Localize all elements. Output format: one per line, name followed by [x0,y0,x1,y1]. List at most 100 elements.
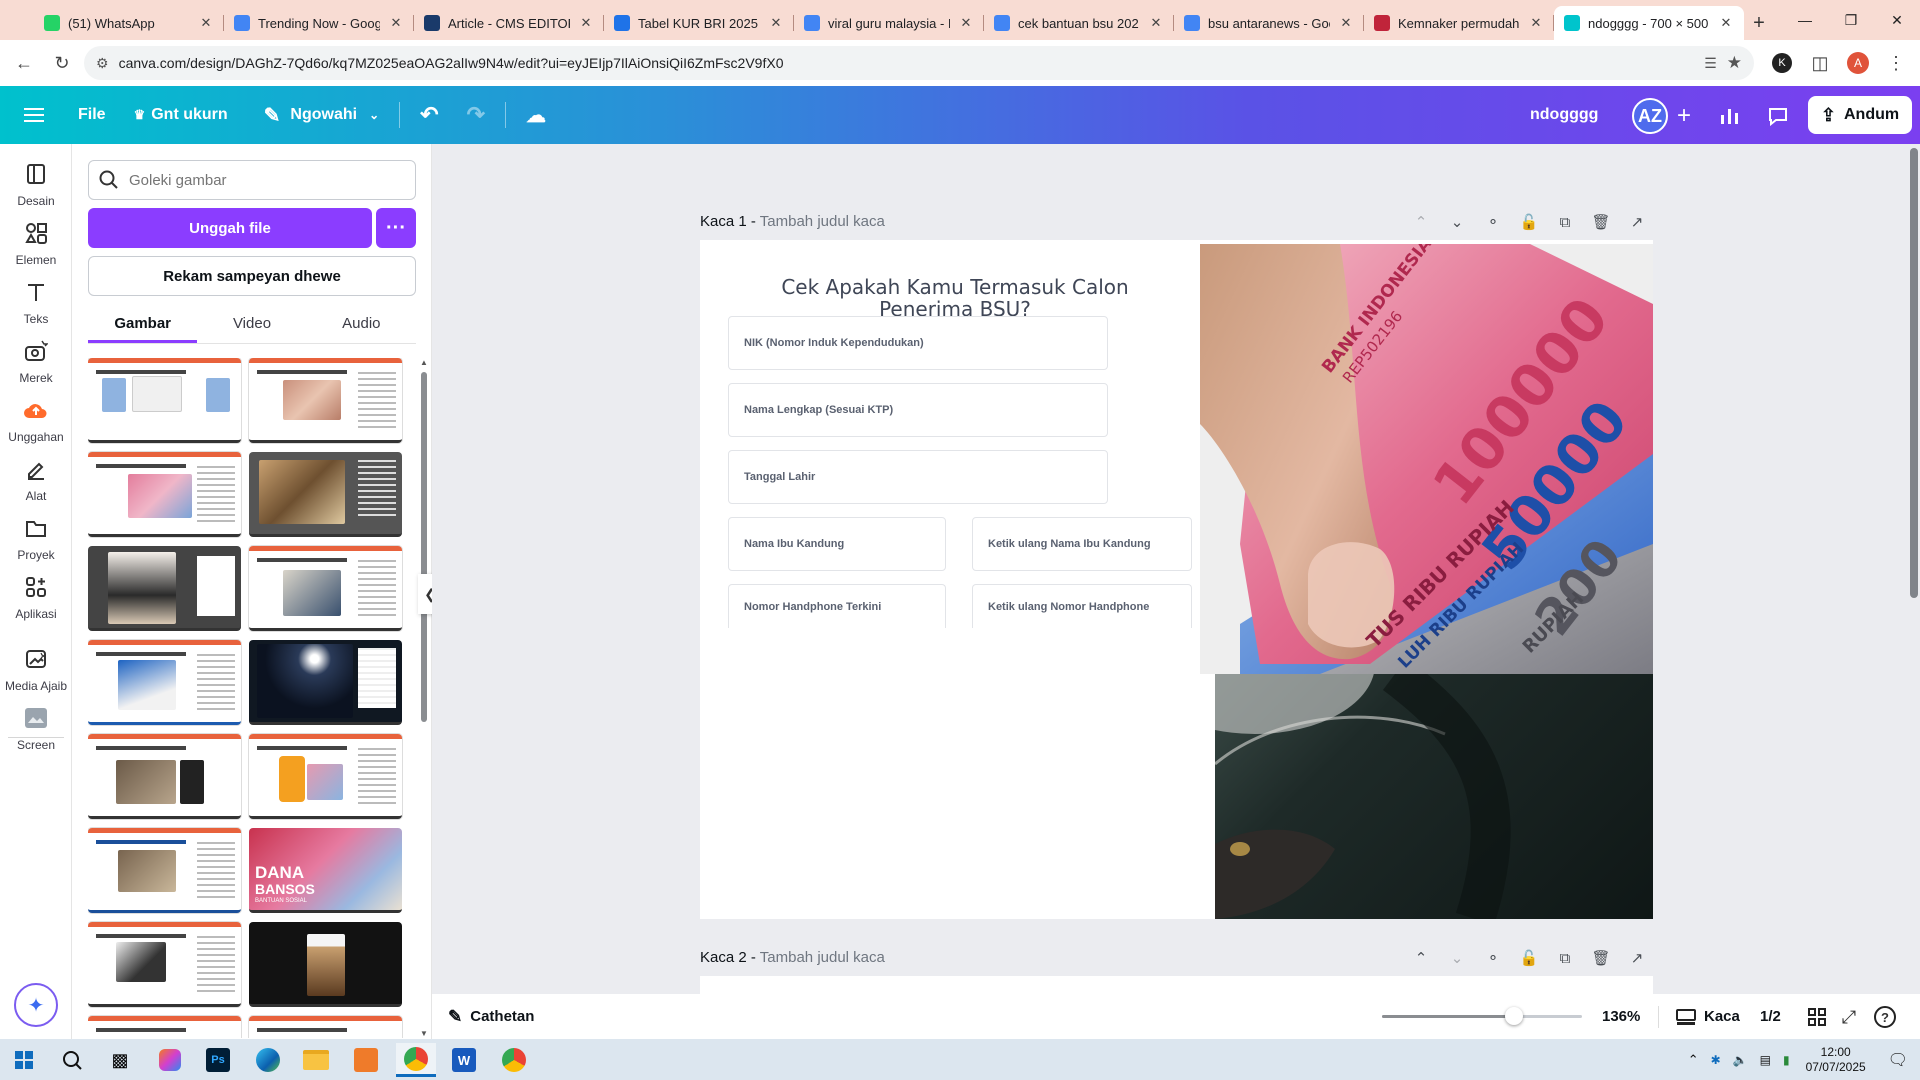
file-menu-button[interactable]: File [64,86,120,144]
reload-button[interactable]: ↻ [46,47,78,79]
video-frame-photo[interactable] [1215,674,1653,919]
upload-thumbnail[interactable] [249,546,402,631]
page-1-label[interactable]: Kaca 1 - Tambah judul kaca [700,213,885,230]
browser-tab[interactable]: Tabel KUR BRI 2025 P ✕ [604,6,794,40]
chrome-icon[interactable] [494,1043,534,1077]
upload-thumbnail[interactable] [88,922,241,1007]
notes-button[interactable]: ✎ Cathetan [448,994,534,1039]
zoom-percentage[interactable]: 136% [1602,994,1640,1039]
duplicate-icon[interactable]: ⧉ [1553,946,1577,970]
address-bar[interactable]: ⚙ canva.com/design/DAGhZ-7Qd6o/kq7MZ025e… [84,46,1754,80]
add-collaborator-button[interactable]: + [1666,98,1702,134]
close-window-button[interactable]: ✕ [1874,0,1920,40]
zoom-slider[interactable] [1382,1007,1582,1025]
chrome-icon[interactable] [396,1043,436,1077]
upload-thumbnail[interactable] [249,922,402,1007]
new-tab-button[interactable]: + [1744,6,1774,40]
close-tab-icon[interactable]: ✕ [1148,15,1164,31]
grid-view-button[interactable] [1804,1004,1830,1030]
browser-tab[interactable]: Kemnaker permudah ✕ [1364,6,1554,40]
upload-thumbnail[interactable] [249,1016,402,1038]
site-info-icon[interactable]: ⚙ [96,55,109,72]
document-title[interactable]: ndogggg [1530,86,1598,144]
add-page-icon[interactable]: ↗ [1625,946,1649,970]
upload-thumbnail[interactable] [249,358,402,443]
extension-k-icon[interactable]: K [1766,47,1798,79]
windows-start-icon[interactable] [4,1043,44,1077]
page-2-label[interactable]: Kaca 2 - Tambah judul kaca [700,949,885,966]
task-view-icon[interactable]: ▩ [100,1043,140,1077]
rail-item-desain[interactable]: Desain [0,150,72,218]
close-tab-icon[interactable]: ✕ [1338,15,1354,31]
close-tab-icon[interactable]: ✕ [388,15,404,31]
page-2-title-placeholder[interactable]: Tambah judul kaca [760,949,885,966]
browser-tab[interactable]: bsu antaranews - Goo ✕ [1174,6,1364,40]
close-tab-icon[interactable]: ✕ [578,15,594,31]
insights-chart-button[interactable] [1712,98,1748,134]
upload-thumbnail[interactable] [88,734,241,819]
rail-item-teks[interactable]: Teks [0,268,72,336]
redo-button[interactable]: ↷ [453,86,499,144]
rail-item-elemen[interactable]: Elemen [0,209,72,277]
add-page-icon[interactable]: ↗ [1625,210,1649,234]
cloud-save-icon[interactable]: ☁ [512,86,560,144]
share-button[interactable]: ⇪ Andum [1808,96,1912,134]
copilot-icon[interactable] [150,1043,190,1077]
upload-thumbnail[interactable] [249,734,402,819]
search-icon[interactable] [52,1043,92,1077]
browser-tab[interactable]: Trending Now - Goog ✕ [224,6,414,40]
canvas-scrollbar[interactable] [1910,148,1918,598]
back-button[interactable]: ← [8,47,40,79]
browser-menu-icon[interactable]: ⋮ [1880,47,1912,79]
network-icon[interactable]: ▤ [1754,1053,1777,1067]
design-page-1[interactable]: Cek Apakah Kamu Termasuk Calon Penerima … [700,240,1653,919]
edit-mode-button[interactable]: ✎ Ngowahi ⌄ [242,86,394,144]
duplicate-icon[interactable]: ⧉ [1553,210,1577,234]
browser-tab[interactable]: ndogggg - 700 × 500 ✕ [1554,6,1744,40]
chevron-down-icon[interactable]: ⌄ [1445,946,1469,970]
notifications-icon[interactable]: 🗨 [1876,1050,1920,1070]
browser-tab[interactable]: Article - CMS EDITOR ✕ [414,6,604,40]
rail-item-alat[interactable]: Alat [0,445,72,513]
pages-button[interactable]: Kaca [1676,994,1740,1039]
bookmark-star-icon[interactable]: ★ [1727,53,1742,73]
paint-app-icon[interactable] [346,1043,386,1077]
chevron-down-icon[interactable]: ⌄ [1445,210,1469,234]
record-yourself-button[interactable]: Rekam sampeyan dhewe [88,256,416,296]
resize-button[interactable]: ♛ Gnt ukurn [120,86,242,144]
upload-file-button[interactable]: Unggah file [88,208,372,248]
close-tab-icon[interactable]: ✕ [768,15,784,31]
close-tab-icon[interactable]: ✕ [1528,15,1544,31]
undo-button[interactable]: ↶ [406,86,452,144]
tab-images[interactable]: Gambar [88,308,198,343]
search-box[interactable] [88,160,416,200]
tab-video[interactable]: Video [197,308,306,343]
extensions-puzzle-icon[interactable]: ◫ [1804,47,1836,79]
rail-item-unggahan[interactable]: Unggahan [0,386,72,454]
page-1-title-placeholder[interactable]: Tambah judul kaca [760,213,885,230]
minimize-button[interactable]: — [1782,0,1828,40]
upload-thumbnail[interactable] [249,452,402,537]
chevron-up-icon[interactable]: ⌃ [1409,946,1433,970]
upload-thumbnail[interactable] [249,640,402,725]
close-tab-icon[interactable]: ✕ [1718,15,1734,31]
zoom-slider-handle[interactable] [1505,1007,1523,1025]
close-tab-icon[interactable]: ✕ [198,15,214,31]
lock-icon[interactable]: 🔓 [1517,210,1541,234]
comment-button[interactable] [1760,98,1796,134]
fullscreen-button[interactable]: ⤢ [1836,1004,1862,1030]
upload-thumbnail[interactable]: DANA BANSOS BANTUAN SOSIAL [249,828,402,913]
chevron-up-icon[interactable]: ⌃ [1409,210,1433,234]
translate-icon[interactable]: ☰ [1704,55,1717,72]
rail-item-media-ajaib[interactable]: Media Ajaib [0,635,72,703]
trash-icon[interactable]: 🗑 [1589,946,1613,970]
upload-thumbnail[interactable] [88,358,241,443]
rail-item-aplikasi[interactable]: Aplikasi [0,563,72,631]
bluetooth-icon[interactable]: ✱ [1705,1053,1727,1067]
canva-assistant-button[interactable]: ✦ [14,983,58,1027]
restore-button[interactable]: ❐ [1828,0,1874,40]
upload-thumbnail[interactable] [88,1016,241,1038]
browser-tab[interactable]: cek bantuan bsu 202 ✕ [984,6,1174,40]
upload-thumbnail[interactable] [88,546,241,631]
photoshop-icon[interactable]: Ps [198,1043,238,1077]
